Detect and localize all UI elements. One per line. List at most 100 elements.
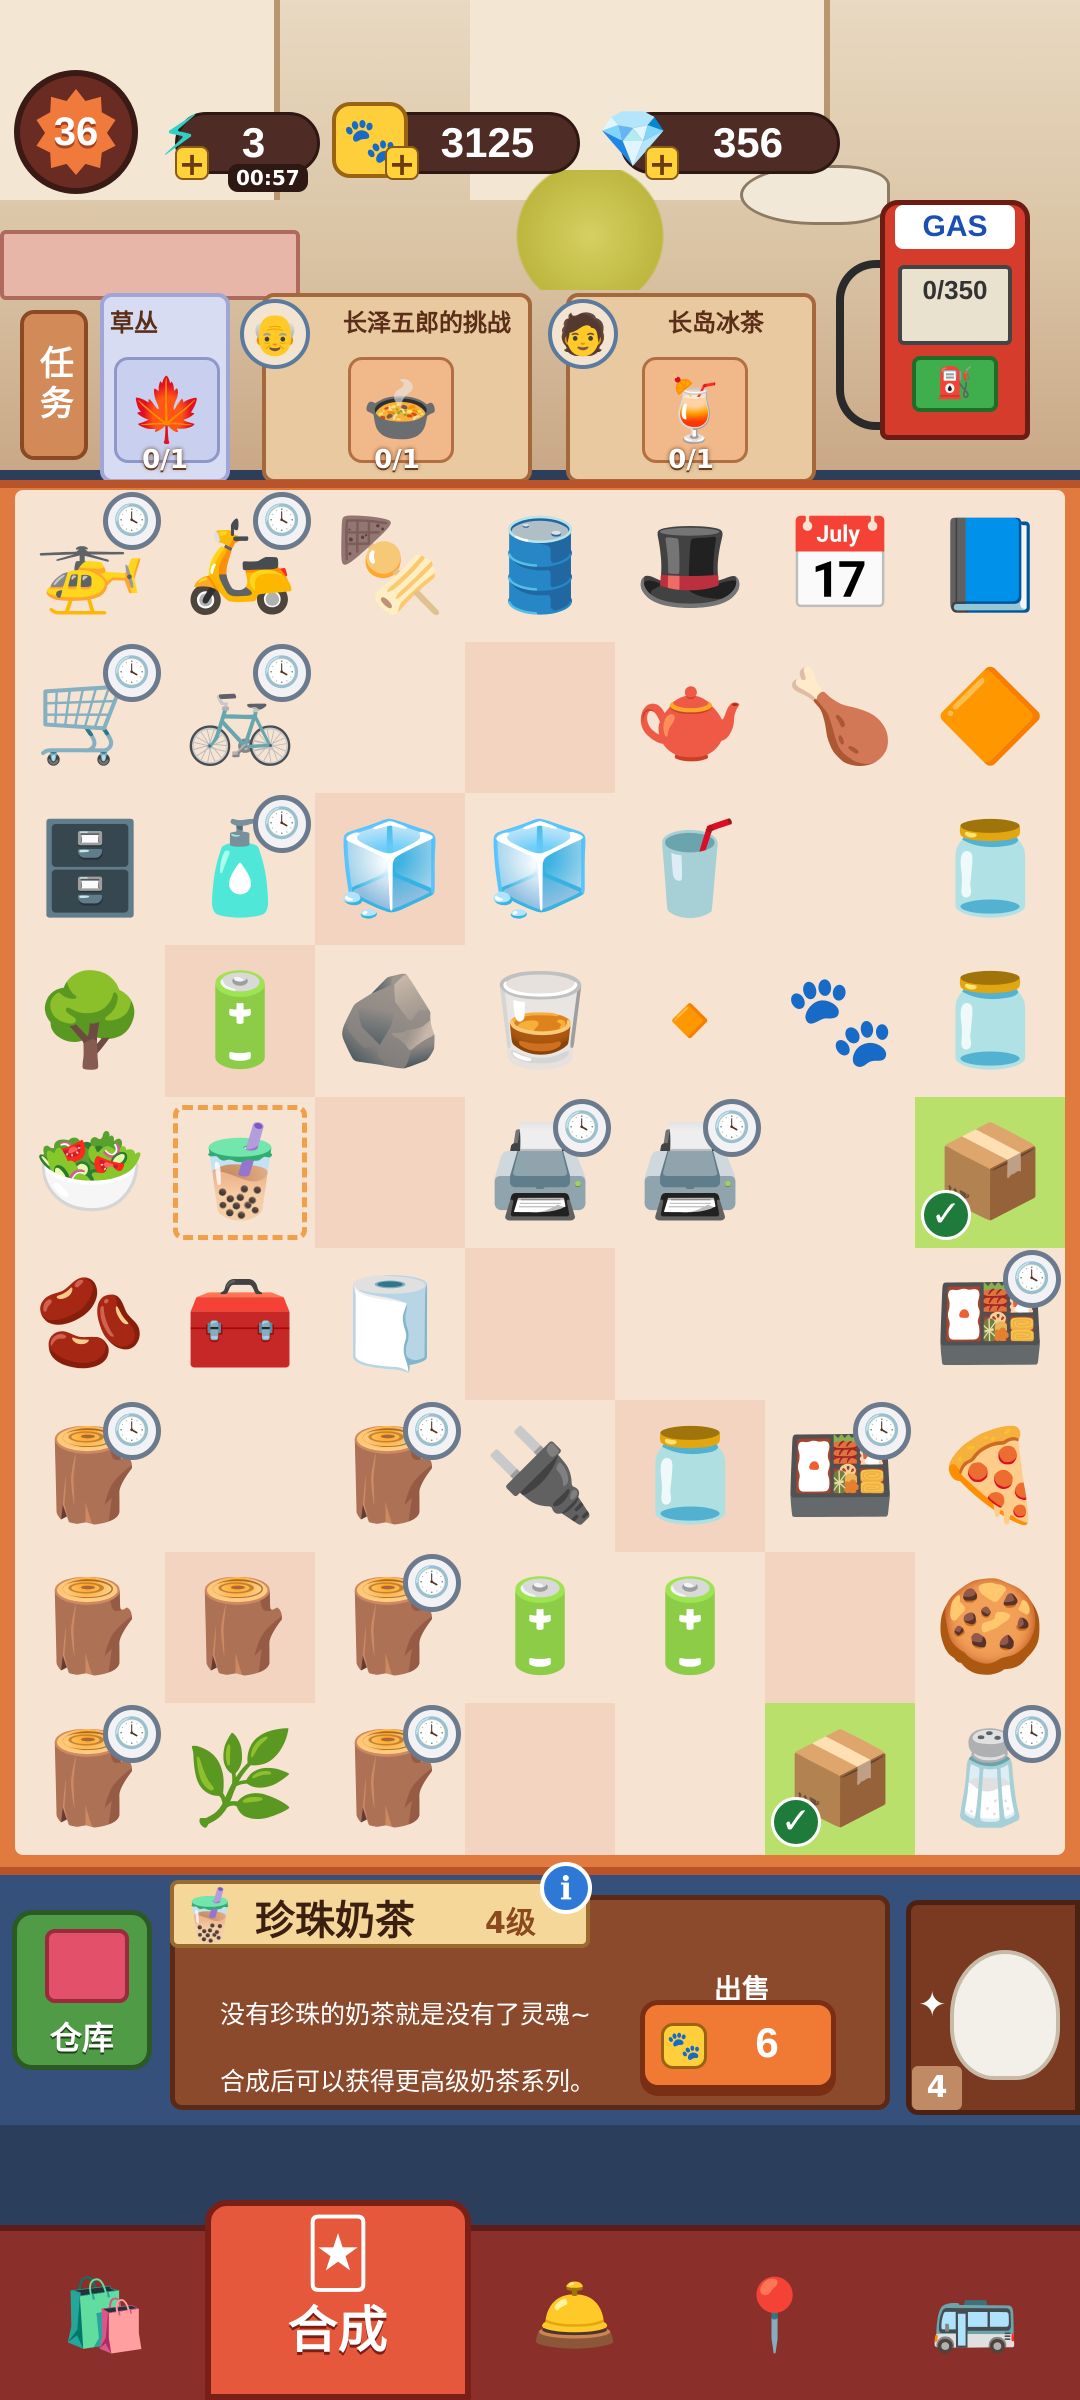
board-cell-item[interactable]: 🪵 🕓 bbox=[315, 1703, 465, 1855]
task-card[interactable]: 草丛 🍁 0/1 bbox=[100, 293, 230, 483]
board-cell-item[interactable]: 🖨️ 🕓 bbox=[465, 1097, 615, 1249]
merge-item-icon: 🌿 bbox=[183, 1726, 297, 1832]
board-cell-empty[interactable] bbox=[765, 1097, 915, 1249]
board-cell-item[interactable]: 📦 ✓ bbox=[915, 1096, 1065, 1249]
board-cell-item[interactable]: 🗄️ bbox=[15, 793, 165, 945]
board-cell-item[interactable]: 📦 ✓ bbox=[765, 1703, 915, 1855]
board-cell-item[interactable]: 🧋 bbox=[165, 1097, 315, 1249]
board-cell-empty[interactable] bbox=[315, 642, 465, 794]
nav-shop-bag-icon[interactable]: 🛍️ bbox=[10, 2240, 200, 2390]
task-card[interactable]: 长岛冰茶 🧑 🍹 0/1 bbox=[548, 293, 816, 483]
board-cell-item[interactable]: 📅 bbox=[765, 490, 915, 642]
board-cell-empty[interactable] bbox=[765, 793, 915, 945]
task-card[interactable]: 长泽五郎的挑战 👴 🍲 0/1 bbox=[240, 293, 532, 483]
board-cell-empty[interactable] bbox=[615, 1248, 765, 1400]
merge-board: 🚁 🕓 🛵 🕓 🍢 🛢️ 🎩 📅 📘 🛒 🕓 🚲 🕓 🫖 🍗 🔶 🗄️ 🧴 🕓 🧊 🧊 🥤 🫙 🌳 🔋 🪨 🥃 🔸 🐾 🫙 🥗 🧋 🖨️ 🕓 🖨️ 🕓… bbox=[15, 490, 1065, 1855]
board-cell-item[interactable]: 🌳 bbox=[15, 945, 165, 1097]
board-cell-item[interactable]: 🫙 bbox=[915, 945, 1065, 1097]
board-cell-item[interactable]: 🧂 🕓 bbox=[915, 1703, 1065, 1855]
board-cell-item[interactable]: 🔋 bbox=[165, 945, 315, 1097]
merge-item-icon: 🛢️ bbox=[483, 512, 597, 618]
board-cell-empty[interactable] bbox=[765, 1248, 915, 1400]
board-cell-item[interactable]: 🚲 🕓 bbox=[165, 642, 315, 794]
level-value: 36 bbox=[36, 89, 116, 175]
add-coins-button[interactable]: + bbox=[385, 146, 419, 180]
add-energy-button[interactable]: + bbox=[175, 146, 209, 180]
sell-price: 6 bbox=[755, 2019, 779, 2066]
sell-button[interactable]: 🐾 6 bbox=[640, 2000, 836, 2090]
item-description-1: 没有珍珠的奶茶就是没有了灵魂~ bbox=[220, 2000, 591, 2029]
item-name: 珍珠奶茶 bbox=[255, 1898, 415, 1944]
board-cell-item[interactable]: 🫙 bbox=[915, 793, 1065, 945]
merge-item-icon: 🔸 bbox=[633, 967, 747, 1073]
board-cell-item[interactable]: 🍱 🕓 bbox=[915, 1248, 1065, 1400]
board-cell-item[interactable]: 🍗 bbox=[765, 642, 915, 794]
board-cell-item[interactable]: 🪵 bbox=[165, 1551, 315, 1704]
board-cell-item[interactable]: 🥗 bbox=[15, 1097, 165, 1249]
nav-map-pin-icon[interactable]: 📍 bbox=[680, 2240, 870, 2390]
board-cell-item[interactable]: 🍢 bbox=[315, 490, 465, 642]
board-cell-item[interactable]: 🍱 🕓 bbox=[765, 1400, 915, 1552]
board-cell-item[interactable]: 🚁 🕓 bbox=[15, 490, 165, 642]
board-cell-item[interactable]: 🪨 bbox=[315, 945, 465, 1097]
board-cell-empty[interactable] bbox=[165, 1400, 315, 1552]
player-level-badge[interactable]: 36 bbox=[14, 70, 138, 194]
merge-item-icon: 🥃 bbox=[483, 967, 597, 1073]
merge-item-icon: 🥗 bbox=[33, 1119, 147, 1225]
nav-bus-icon[interactable]: 🚌 bbox=[880, 2240, 1070, 2390]
board-cell-item[interactable]: 🧻 bbox=[315, 1248, 465, 1400]
board-cell-item[interactable]: 🔌 bbox=[465, 1400, 615, 1552]
nav-service-bell-icon[interactable]: 🛎️ bbox=[480, 2240, 670, 2390]
sparkle-icon: ✦ bbox=[918, 1985, 947, 2025]
add-gems-button[interactable]: + bbox=[645, 146, 679, 180]
board-cell-item[interactable]: 🫘 bbox=[15, 1248, 165, 1400]
board-cell-item[interactable]: 🔋 bbox=[465, 1552, 615, 1704]
board-cell-item[interactable]: 🔶 bbox=[915, 642, 1065, 794]
board-cell-item[interactable]: 🔋 bbox=[615, 1552, 765, 1704]
timer-clock-icon: 🕓 bbox=[103, 492, 161, 550]
paw-coin-icon: 🐾 bbox=[661, 2023, 707, 2069]
board-cell-item[interactable]: 🪵 🕓 bbox=[15, 1400, 165, 1552]
board-cell-item[interactable]: 🧊 bbox=[465, 793, 615, 945]
timer-clock-icon: 🕓 bbox=[253, 795, 311, 854]
board-cell-item[interactable]: 🍕 bbox=[915, 1400, 1065, 1552]
board-cell-item[interactable]: 🧴 🕓 bbox=[165, 793, 315, 945]
board-cell-empty[interactable] bbox=[765, 1551, 915, 1704]
merge-item-icon: 🪨 bbox=[333, 967, 447, 1073]
board-cell-item[interactable]: 🫙 bbox=[615, 1400, 765, 1552]
board-cell-item[interactable]: 🐾 bbox=[765, 945, 915, 1097]
board-cell-item[interactable]: 🪵 🕓 bbox=[315, 1400, 465, 1552]
board-cell-item[interactable]: 🪵 🕓 bbox=[315, 1552, 465, 1704]
info-button[interactable]: i bbox=[540, 1862, 592, 1914]
board-cell-item[interactable]: 🛒 🕓 bbox=[15, 642, 165, 794]
board-cell-empty[interactable] bbox=[465, 1703, 615, 1855]
board-cell-item[interactable]: 🛵 🕓 bbox=[165, 490, 315, 642]
board-cell-item[interactable]: 🫖 bbox=[615, 642, 765, 794]
timer-clock-icon: 🕓 bbox=[853, 1402, 911, 1460]
board-cell-item[interactable]: 🛢️ bbox=[465, 490, 615, 642]
board-cell-item[interactable]: 🥃 bbox=[465, 945, 615, 1097]
tasks-tab[interactable]: 任务 bbox=[20, 310, 88, 460]
board-cell-item[interactable]: 🧰 bbox=[165, 1248, 315, 1400]
board-cell-item[interactable]: 🖨️ 🕓 bbox=[615, 1097, 765, 1249]
board-cell-empty[interactable] bbox=[315, 1096, 465, 1249]
timer-clock-icon: 🕓 bbox=[403, 1402, 461, 1460]
board-cell-item[interactable]: 🎩 bbox=[615, 490, 765, 642]
board-cell-item[interactable]: 🌿 bbox=[165, 1703, 315, 1855]
board-cell-empty[interactable] bbox=[615, 1703, 765, 1855]
board-cell-item[interactable]: 🪵 bbox=[15, 1552, 165, 1704]
board-cell-item[interactable]: 🍪 bbox=[915, 1552, 1065, 1704]
nav-merge-label: 合成 bbox=[288, 2301, 388, 2359]
merge-cards-icon: 🃏 bbox=[304, 2214, 372, 2292]
board-cell-item[interactable]: 📘 bbox=[915, 490, 1065, 642]
board-cell-empty[interactable] bbox=[465, 641, 615, 794]
warehouse-button[interactable]: 仓库 bbox=[12, 1910, 152, 2070]
board-cell-item[interactable]: 🪵 🕓 bbox=[15, 1703, 165, 1855]
merge-item-icon: 🧊 bbox=[333, 816, 447, 922]
energy-timer: 00:57 bbox=[228, 164, 308, 192]
board-cell-item[interactable]: 🔸 bbox=[615, 945, 765, 1097]
merge-item-icon: 🧊 bbox=[483, 816, 597, 922]
board-cell-item[interactable]: 🥤 bbox=[615, 793, 765, 945]
board-cell-empty[interactable] bbox=[465, 1248, 615, 1400]
board-cell-item[interactable]: 🧊 bbox=[315, 793, 465, 945]
